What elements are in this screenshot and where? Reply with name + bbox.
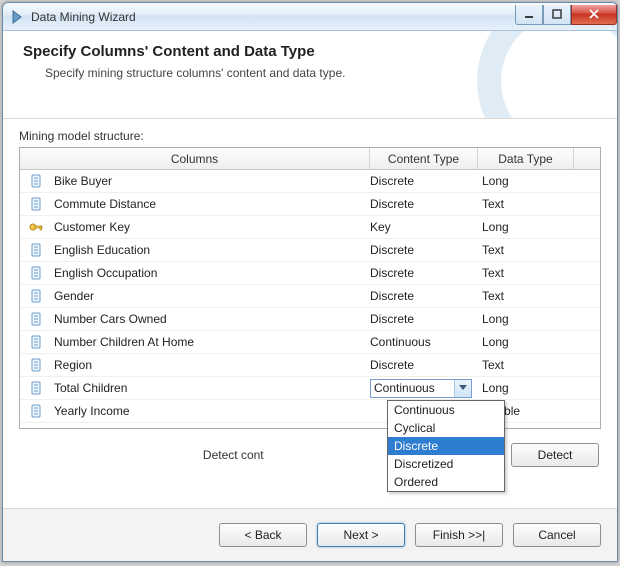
table-row[interactable]: Number Children At HomeContinuousLong <box>20 331 600 354</box>
column-name: Region <box>54 358 370 372</box>
content-type-cell[interactable]: Discrete <box>370 174 478 188</box>
data-type-cell[interactable]: Long <box>478 335 566 349</box>
column-name: Commute Distance <box>54 197 370 211</box>
wizard-footer: < Back Next > Finish >>| Cancel <box>3 508 617 561</box>
content-type-cell[interactable]: Key <box>370 220 478 234</box>
data-type-cell[interactable]: Text <box>478 289 566 303</box>
content-type-combo[interactable]: Continuous <box>370 379 472 398</box>
structure-label: Mining model structure: <box>19 129 601 143</box>
dropdown-option[interactable]: Ordered <box>388 473 504 491</box>
column-name: Number Children At Home <box>54 335 370 349</box>
column-name: Yearly Income <box>54 404 370 418</box>
column-name: English Occupation <box>54 266 370 280</box>
table-row[interactable]: RegionDiscreteText <box>20 354 600 377</box>
column-icon <box>28 288 44 304</box>
dropdown-option[interactable]: Discrete <box>388 437 504 455</box>
close-button[interactable] <box>571 5 617 25</box>
minimize-button[interactable] <box>515 5 543 25</box>
column-icon <box>28 311 44 327</box>
column-name: Number Cars Owned <box>54 312 370 326</box>
data-type-cell[interactable]: Long <box>478 381 566 395</box>
header-columns[interactable]: Columns <box>20 148 370 169</box>
combo-value: Continuous <box>371 381 454 395</box>
header-graphic <box>477 31 617 119</box>
content-type-dropdown[interactable]: ContinuousCyclicalDiscreteDiscretizedOrd… <box>387 400 505 492</box>
column-name: Gender <box>54 289 370 303</box>
grid-header: Columns Content Type Data Type <box>20 148 600 170</box>
content-type-cell[interactable]: Discrete <box>370 243 478 257</box>
table-row[interactable]: Customer KeyKeyLong <box>20 216 600 239</box>
content-type-cell[interactable]: Discrete <box>370 266 478 280</box>
content-type-cell[interactable]: Discrete <box>370 312 478 326</box>
column-icon <box>28 380 44 396</box>
table-row[interactable]: Commute DistanceDiscreteText <box>20 193 600 216</box>
column-icon <box>28 196 44 212</box>
column-icon <box>28 173 44 189</box>
window-title: Data Mining Wizard <box>31 10 515 24</box>
titlebar: Data Mining Wizard <box>3 3 617 31</box>
data-type-cell[interactable]: Text <box>478 243 566 257</box>
column-icon <box>28 334 44 350</box>
finish-button[interactable]: Finish >>| <box>415 523 503 547</box>
back-button[interactable]: < Back <box>219 523 307 547</box>
data-type-cell[interactable]: Text <box>478 266 566 280</box>
dropdown-option[interactable]: Continuous <box>388 401 504 419</box>
detect-label-left: Detect cont <box>203 448 264 462</box>
data-type-cell[interactable]: Long <box>478 220 566 234</box>
next-button[interactable]: Next > <box>317 523 405 547</box>
table-row[interactable]: GenderDiscreteText <box>20 285 600 308</box>
app-icon <box>9 9 25 25</box>
column-name: Total Children <box>54 381 370 395</box>
data-type-cell[interactable]: Long <box>478 174 566 188</box>
cancel-button[interactable]: Cancel <box>513 523 601 547</box>
table-row[interactable]: Total ChildrenContinuous Long <box>20 377 600 400</box>
table-row[interactable]: English OccupationDiscreteText <box>20 262 600 285</box>
column-icon <box>28 357 44 373</box>
content-type-cell[interactable]: Continuous <box>370 379 478 398</box>
table-row[interactable]: Bike BuyerDiscreteLong <box>20 170 600 193</box>
table-row[interactable]: English EducationDiscreteText <box>20 239 600 262</box>
detect-button[interactable]: Detect <box>511 443 599 467</box>
detect-area: Detect cont for numeric columns: Detect <box>19 443 601 467</box>
table-row[interactable]: Number Cars OwnedDiscreteLong <box>20 308 600 331</box>
dropdown-option[interactable]: Cyclical <box>388 419 504 437</box>
dropdown-option[interactable]: Discretized <box>388 455 504 473</box>
columns-grid: Columns Content Type Data Type Bike Buye… <box>19 147 601 429</box>
column-icon <box>28 242 44 258</box>
wizard-window: Data Mining Wizard Specify Columns' Cont… <box>2 2 618 562</box>
content-type-cell[interactable]: Discrete <box>370 358 478 372</box>
content-type-cell[interactable]: Discrete <box>370 197 478 211</box>
key-icon <box>28 219 44 235</box>
header-content-type[interactable]: Content Type <box>370 148 478 169</box>
window-buttons <box>515 5 617 25</box>
data-type-cell[interactable]: Text <box>478 197 566 211</box>
data-type-cell[interactable]: Long <box>478 312 566 326</box>
data-type-cell[interactable]: Text <box>478 358 566 372</box>
wizard-body: Mining model structure: Columns Content … <box>3 119 617 508</box>
chevron-down-icon[interactable] <box>454 380 471 397</box>
wizard-header: Specify Columns' Content and Data Type S… <box>3 31 617 119</box>
grid-body[interactable]: Bike BuyerDiscreteLongCommute DistanceDi… <box>20 170 600 428</box>
column-name: Bike Buyer <box>54 174 370 188</box>
maximize-button[interactable] <box>543 5 571 25</box>
content-type-cell[interactable]: Discrete <box>370 289 478 303</box>
column-name: English Education <box>54 243 370 257</box>
column-name: Customer Key <box>54 220 370 234</box>
content-type-cell[interactable]: Continuous <box>370 335 478 349</box>
column-icon <box>28 403 44 419</box>
table-row[interactable]: Yearly IncomeDouble <box>20 400 600 423</box>
header-data-type[interactable]: Data Type <box>478 148 574 169</box>
column-icon <box>28 265 44 281</box>
